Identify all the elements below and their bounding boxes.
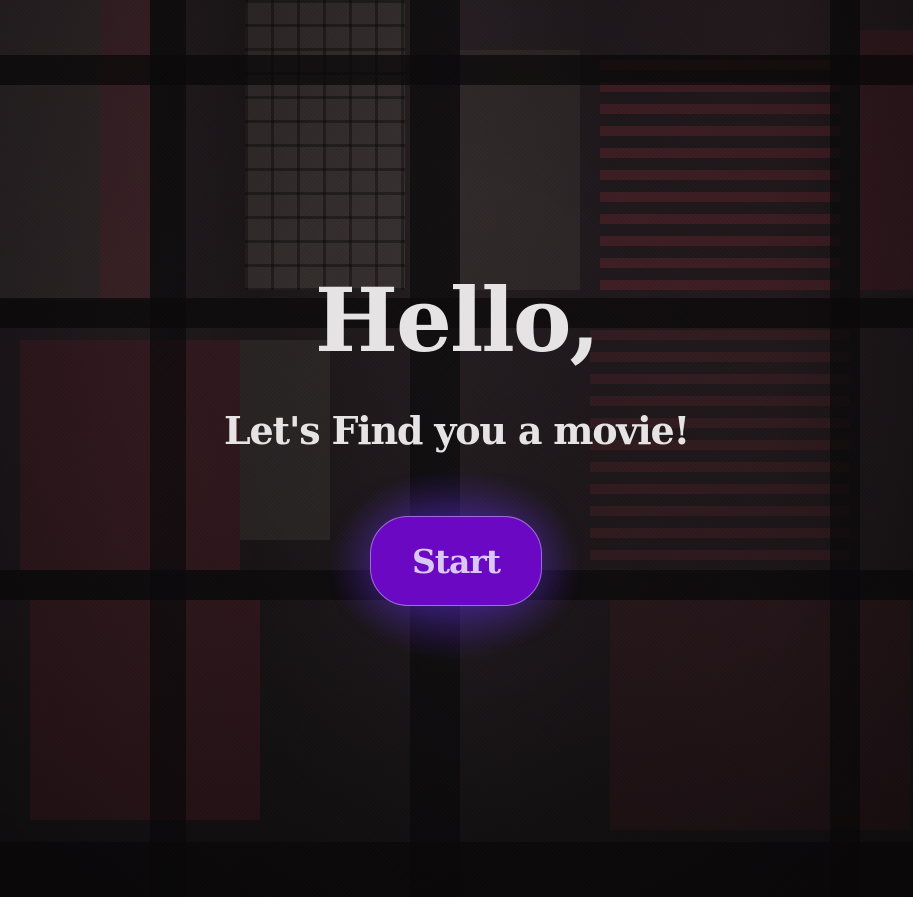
start-button[interactable]: Start (370, 516, 542, 606)
hero-subtitle: Let's Find you a movie! (223, 408, 690, 453)
hero-title: Hello, (314, 268, 600, 372)
hero-section: Hello, Let's Find you a movie! Start (0, 0, 913, 897)
landing-page: Hello, Let's Find you a movie! Start (0, 0, 913, 897)
